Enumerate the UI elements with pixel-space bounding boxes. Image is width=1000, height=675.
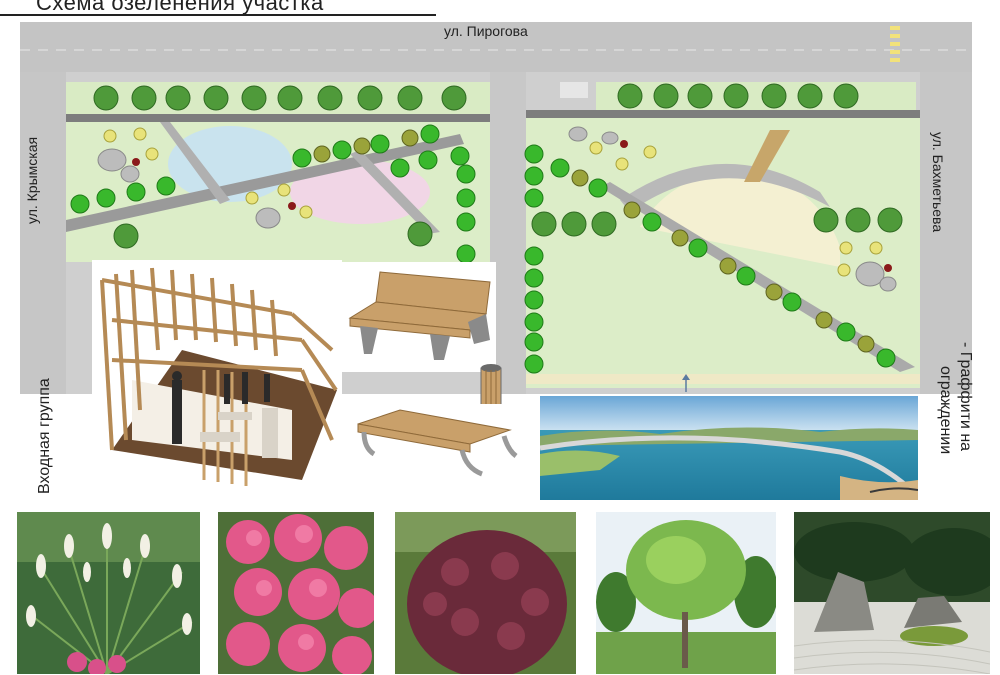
graffiti-label-line1: - Граффити на <box>957 342 974 452</box>
purple-bush-photo <box>395 512 576 674</box>
street-label-right: ул. Бахметьева <box>930 132 946 233</box>
entrance-pavilion-illustration <box>92 260 342 492</box>
straight-bench-illustration <box>350 404 520 488</box>
street-label-top: ул. Пирогова <box>444 23 528 39</box>
graffiti-label-line2: ограждении <box>937 366 954 455</box>
curved-bench-illustration <box>340 262 496 372</box>
title-underline <box>0 14 436 16</box>
sedum-flowers-photo <box>218 512 374 674</box>
pampas-grass-photo <box>17 512 200 674</box>
sea-bridge-photo <box>540 396 918 500</box>
round-tree-photo <box>596 512 776 674</box>
rock-garden-photo <box>794 512 990 674</box>
entrance-group-label: Входная группа <box>36 378 53 494</box>
street-label-left: ул. Крымская <box>24 136 40 224</box>
